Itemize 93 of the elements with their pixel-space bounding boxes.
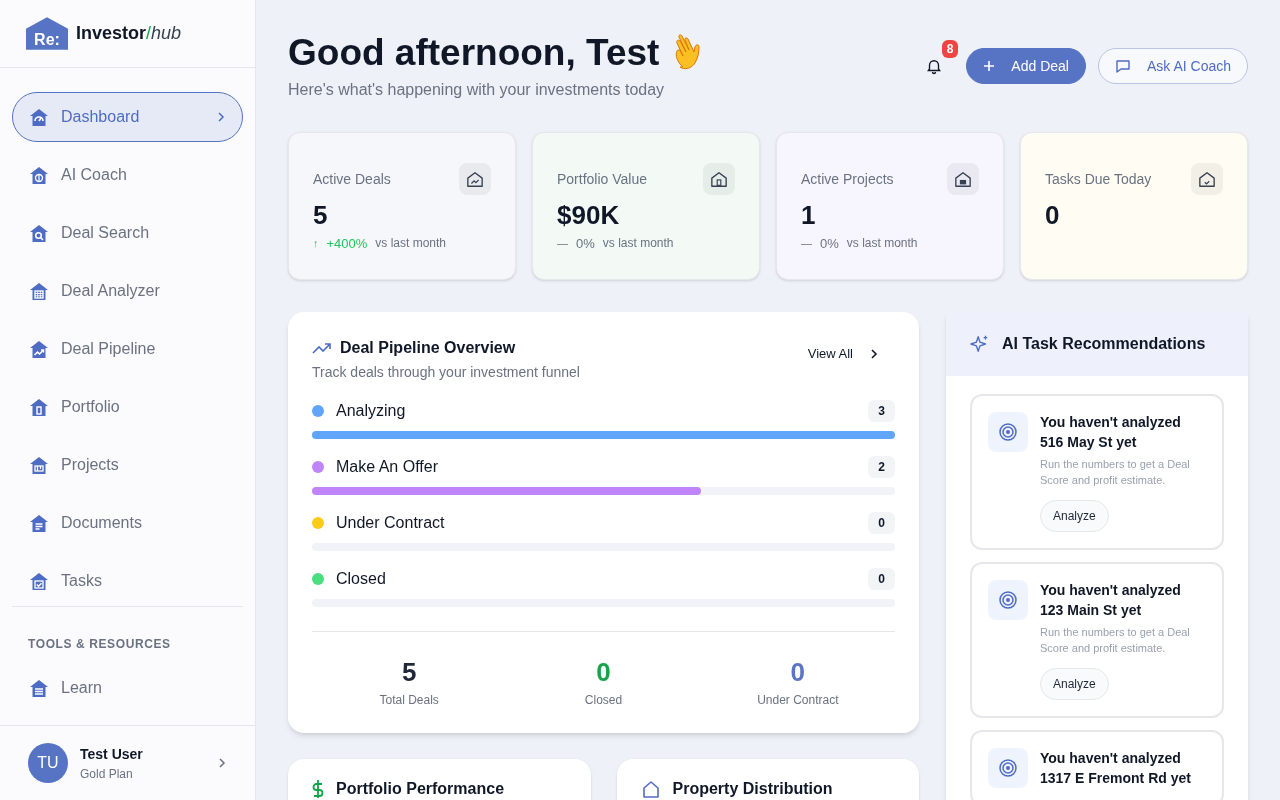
- nav-item[interactable]: Deal Pipeline: [12, 324, 243, 375]
- stat-label: Active Deals: [313, 170, 391, 189]
- stage-label: Make An Offer: [336, 457, 439, 477]
- stage-count: 0: [868, 568, 895, 590]
- trend-icon: ↑: [313, 235, 319, 252]
- task-description: Run the numbers to get a Deal Score and profit estimate.: [1040, 625, 1191, 656]
- stage-label: Closed: [336, 569, 387, 589]
- nav-item[interactable]: Portfolio: [12, 382, 243, 433]
- logo-suffix: hub: [151, 22, 182, 46]
- search-house-icon: [29, 223, 49, 243]
- chevron-right-icon: [869, 348, 879, 359]
- sparkle-icon: [970, 334, 990, 354]
- view-all-link[interactable]: View All: [807, 344, 879, 364]
- analyze-button[interactable]: Analyze: [1040, 668, 1109, 700]
- stat-label: Active Projects: [801, 170, 894, 189]
- notification-badge: 8: [941, 40, 959, 58]
- user-avatar: TU: [28, 743, 68, 784]
- task-description: Run the numbers to get a Deal Score and profit estimate.: [1040, 457, 1191, 488]
- add-deal-button[interactable]: Add Deal: [966, 48, 1086, 84]
- checkbox-house-icon: [1198, 170, 1216, 188]
- target-icon: [998, 590, 1018, 610]
- door-house-icon: [29, 397, 49, 417]
- target-icon: [998, 422, 1018, 442]
- logo-slash: /: [146, 22, 152, 46]
- house-icon: [640, 778, 661, 799]
- summary-value: 0: [596, 656, 611, 689]
- nav-item[interactable]: Learn: [12, 663, 243, 714]
- stage-count: 3: [868, 400, 895, 422]
- target-icon: [998, 758, 1018, 778]
- chat-icon: [1114, 58, 1131, 74]
- trend-icon: —: [557, 235, 568, 252]
- nav-item[interactable]: AI Coach: [12, 150, 243, 201]
- dollar-icon: [312, 778, 324, 799]
- stat-label: Portfolio Value: [557, 170, 647, 189]
- stage-count: 2: [868, 456, 895, 478]
- ask-coach-button[interactable]: Ask AI Coach: [1097, 48, 1248, 84]
- stat-change: +400%: [326, 234, 368, 253]
- card-subtitle: Track deals through your investment funnel: [312, 363, 580, 382]
- summary-label: Total Deals: [379, 691, 439, 709]
- nav-item[interactable]: Deal Search: [12, 208, 243, 259]
- house-logo-icon: [26, 17, 68, 51]
- chevron-right-icon: [216, 112, 226, 123]
- logo-name: Investor: [76, 22, 147, 46]
- book-house-icon: [29, 678, 49, 698]
- chart-house-icon: [466, 170, 484, 188]
- summary-label: Closed: [584, 691, 623, 709]
- page-subtitle: Here's what's happening with your investments today: [288, 80, 666, 101]
- analyze-button[interactable]: Analyze: [1040, 500, 1109, 532]
- card-title: Deal Pipeline Overview: [340, 338, 516, 358]
- stat-change: 0%: [576, 234, 595, 253]
- chevron-right-icon[interactable]: [217, 758, 227, 769]
- task-title: You haven't analyzed 1317 E Fremont Rd yet: [1040, 749, 1192, 788]
- nav-item[interactable]: Tasks: [12, 556, 243, 607]
- stat-value: $90K: [557, 199, 621, 232]
- card-title: Property Distribution: [672, 778, 833, 799]
- stat-change: 0%: [820, 234, 839, 253]
- task-title: You haven't analyzed 516 May St yet: [1040, 413, 1182, 452]
- logo-mark-text: Re:: [33, 32, 61, 49]
- calculator-house-icon: [29, 281, 49, 301]
- plus-icon: [983, 60, 996, 72]
- stat-note: vs last month: [375, 235, 447, 253]
- card-title: Portfolio Performance: [336, 778, 505, 799]
- stage-count: 0: [868, 512, 895, 534]
- task-title: You haven't analyzed 123 Main St yet: [1040, 581, 1182, 620]
- stage-label: Under Contract: [336, 513, 446, 533]
- trend-up-icon: [312, 342, 332, 354]
- summary-label: Under Contract: [757, 691, 839, 709]
- panel-title: AI Task Recommendations: [1002, 334, 1206, 354]
- stat-note: vs last month: [846, 235, 918, 253]
- chart-house-icon: [29, 339, 49, 359]
- stat-value: 1: [801, 199, 817, 232]
- summary-value: 5: [401, 656, 417, 689]
- summary-value: 0: [790, 656, 806, 689]
- user-plan: Gold Plan: [80, 765, 134, 783]
- page-title: Good afternoon, Test: [288, 31, 660, 75]
- nav-item[interactable]: Documents: [12, 498, 243, 549]
- board-house-icon: [29, 455, 49, 475]
- door-house-icon: [710, 170, 728, 188]
- document-house-icon: [29, 513, 49, 533]
- board-house-icon: [954, 170, 972, 188]
- stat-note: vs last month: [602, 235, 674, 253]
- trend-icon: —: [801, 235, 812, 252]
- checkbox-house-icon: [29, 571, 49, 591]
- stat-value: 5: [313, 199, 329, 232]
- nav-item[interactable]: Dashboard: [12, 92, 243, 143]
- stage-label: Analyzing: [336, 401, 407, 421]
- nav-item[interactable]: Projects: [12, 440, 243, 491]
- gauge-house-icon: [29, 107, 49, 127]
- nav-item[interactable]: Deal Analyzer: [12, 266, 243, 317]
- stat-label: Tasks Due Today: [1045, 170, 1152, 189]
- stat-value: 0: [1045, 199, 1061, 232]
- user-name: Test User: [80, 744, 144, 764]
- section-title: TOOLS & RESOURCES: [28, 637, 171, 652]
